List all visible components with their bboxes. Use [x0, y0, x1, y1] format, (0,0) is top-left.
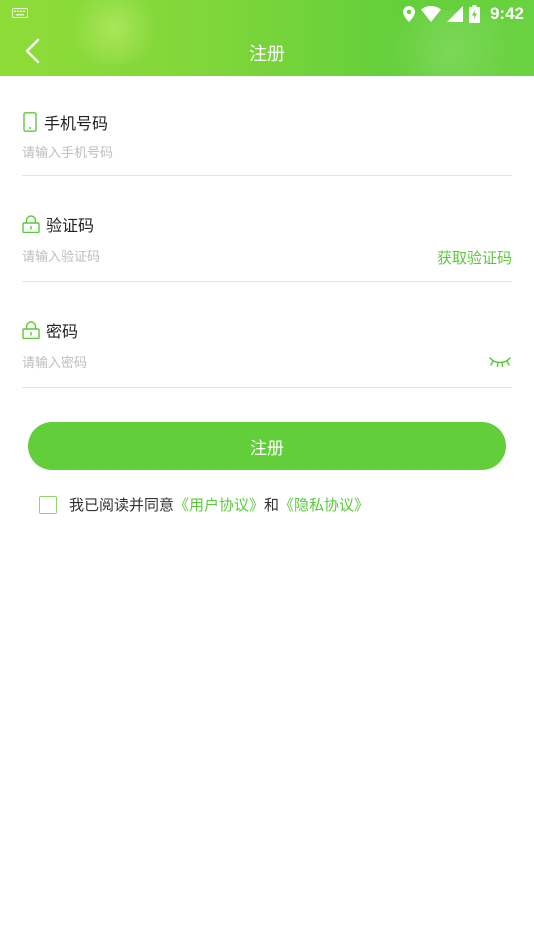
battery-icon: [468, 5, 480, 23]
phone-input[interactable]: [22, 142, 402, 164]
keyboard-icon: [12, 8, 28, 18]
phone-field: 手机号码: [22, 110, 512, 176]
phone-icon: [23, 112, 37, 132]
status-icons: 9:42: [402, 3, 524, 25]
password-input[interactable]: [22, 352, 322, 374]
wifi-icon: [420, 6, 441, 22]
location-icon: [402, 6, 415, 22]
phone-divider: [22, 175, 512, 176]
get-code-button[interactable]: 获取验证码: [437, 247, 512, 268]
lock-icon: [22, 321, 40, 339]
phone-label: 手机号码: [44, 114, 109, 133]
page-title: 注册: [249, 44, 285, 65]
code-input[interactable]: [22, 246, 322, 268]
password-label-row: 密码: [22, 318, 512, 342]
register-button[interactable]: 注册: [28, 422, 506, 470]
agreement-conjunction: 和: [264, 496, 280, 514]
lock-icon: [22, 215, 40, 233]
privacy-agreement-link[interactable]: 《隐私协议》: [279, 494, 369, 515]
password-field: 密码: [22, 318, 512, 388]
user-agreement-link[interactable]: 《用户协议》: [174, 494, 264, 515]
signal-icon: [446, 6, 463, 22]
password-divider: [22, 387, 512, 388]
agreement-row: 我已阅读并同意 《用户协议》 和 《隐私协议》: [39, 494, 369, 515]
app-header: 9:42 注册: [0, 0, 534, 76]
code-field: 验证码 获取验证码: [22, 212, 512, 282]
status-time: 9:42: [489, 4, 524, 23]
code-label: 验证码: [46, 216, 95, 235]
password-label: 密码: [46, 322, 79, 341]
code-label-row: 验证码: [22, 212, 512, 236]
agreement-prefix: 我已阅读并同意: [69, 496, 175, 514]
agreement-checkbox[interactable]: [39, 495, 57, 514]
code-divider: [22, 281, 512, 282]
status-bar: 9:42: [0, 0, 534, 28]
eye-closed-icon[interactable]: [488, 356, 512, 368]
phone-label-row: 手机号码: [22, 110, 512, 134]
